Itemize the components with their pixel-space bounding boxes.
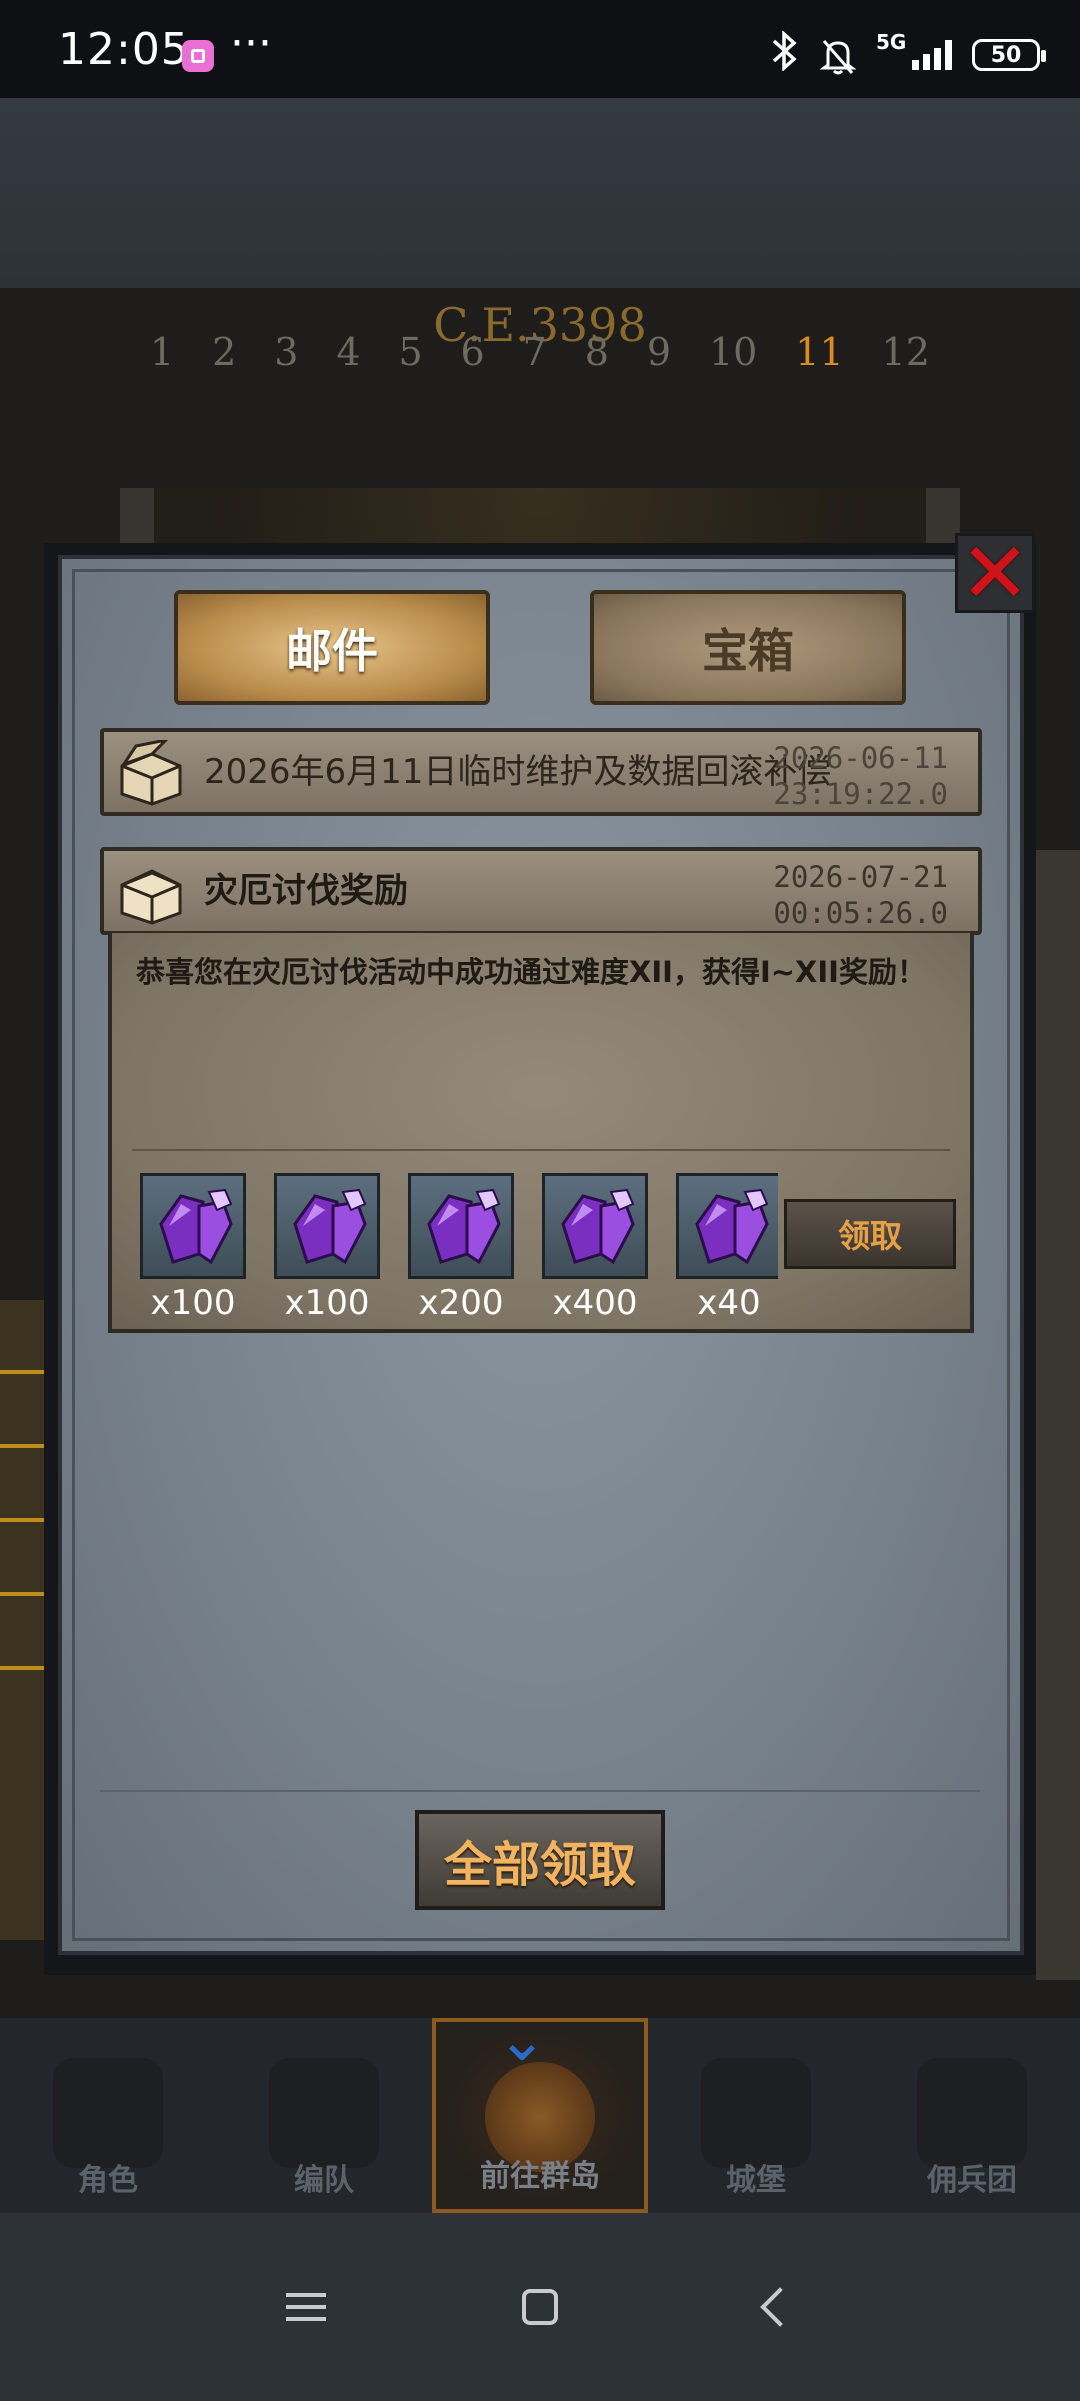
muted-bell-icon — [819, 37, 857, 75]
nav-item-formation[interactable]: 编队 — [216, 2018, 432, 2213]
tab-mail[interactable]: 邮件 — [174, 590, 490, 705]
reward-quantity: x40 — [697, 1283, 761, 1323]
reward-list[interactable]: x100 x100 x200 x400 x40 — [138, 1173, 778, 1323]
system-nav-bar — [0, 2213, 1080, 2401]
back-icon — [760, 2287, 800, 2327]
swords-icon — [917, 2058, 1027, 2168]
helmet-icon — [269, 2058, 379, 2168]
purple-crystal-icon — [159, 1188, 233, 1265]
reward-quantity: x100 — [150, 1283, 236, 1323]
tab-chest[interactable]: 宝箱 — [590, 590, 906, 705]
mail-body-text: 恭喜您在灾厄讨伐活动中成功通过难度XII，获得I~XII奖励！ — [136, 955, 926, 989]
reward-quantity: x400 — [552, 1283, 638, 1323]
battery-icon: 50 — [972, 39, 1046, 71]
mail-title: 灾厄讨伐奖励 — [204, 871, 408, 911]
top-banner — [0, 98, 1080, 288]
right-side-panel — [1036, 850, 1080, 1980]
divider — [100, 1790, 980, 1792]
claim-button[interactable]: 领取 — [784, 1199, 956, 1269]
nav-item-mercenaries[interactable]: 佣兵团 — [864, 2018, 1080, 2213]
chest-icon — [120, 740, 182, 806]
close-button[interactable]: ✕ — [955, 524, 1035, 622]
signal-icon: 5G — [876, 30, 952, 70]
nav-item-characters[interactable]: 角色 — [0, 2018, 216, 2213]
reward-quantity: x200 — [418, 1283, 504, 1323]
purple-crystal-icon — [427, 1188, 501, 1265]
mail-date: 2026-07-21 00:05:26.0 — [773, 860, 948, 930]
reward-item[interactable]: x40 — [674, 1173, 778, 1323]
status-bar: 12:05 ··· 5G 50 — [0, 0, 1080, 98]
close-icon: ✕ — [959, 524, 1031, 622]
mail-item[interactable]: 2026年6月11日临时维护及数据回滚补偿 2026-06-11 23:19:2… — [100, 728, 982, 816]
knight-icon — [53, 2058, 163, 2168]
bluetooth-icon — [770, 29, 800, 80]
reward-item[interactable]: x200 — [406, 1173, 516, 1323]
nav-item-castle[interactable]: 城堡 — [648, 2018, 864, 2213]
reward-item[interactable]: x100 — [138, 1173, 248, 1323]
dial-numbers: 1 2 3 4 5 6 7 8 9 10 11 12 — [150, 330, 930, 374]
mail-title: 2026年6月11日临时维护及数据回滚补偿 — [204, 752, 832, 792]
back-button[interactable] — [714, 2213, 834, 2401]
mail-body: 恭喜您在灾厄讨伐活动中成功通过难度XII，获得I~XII奖励！ x100 x10… — [108, 933, 974, 1333]
chevron-down-icon: ⌄ — [496, 2005, 548, 2075]
claim-all-button[interactable]: 全部领取 — [415, 1810, 665, 1910]
purple-crystal-icon — [293, 1188, 367, 1265]
home-icon — [522, 2289, 558, 2325]
reward-item[interactable]: x100 — [272, 1173, 382, 1323]
status-time: 12:05 — [58, 24, 190, 75]
purple-crystal-icon — [695, 1188, 769, 1265]
castle-icon — [701, 2058, 811, 2168]
purple-crystal-icon — [561, 1188, 635, 1265]
reward-quantity: x100 — [284, 1283, 370, 1323]
app-notification-icon — [182, 40, 214, 72]
home-button[interactable] — [480, 2213, 600, 2401]
divider — [132, 1149, 950, 1151]
mail-item-expanded[interactable]: 灾厄讨伐奖励 2026-07-21 00:05:26.0 — [100, 847, 982, 935]
more-notifications-icon: ··· — [230, 18, 272, 69]
left-side-panel — [0, 1300, 44, 1940]
reward-item[interactable]: x400 — [540, 1173, 650, 1323]
menu-icon[interactable] — [246, 2213, 366, 2401]
mail-date: 2026-06-11 23:19:22.0 — [773, 741, 948, 811]
chest-icon — [120, 869, 182, 925]
